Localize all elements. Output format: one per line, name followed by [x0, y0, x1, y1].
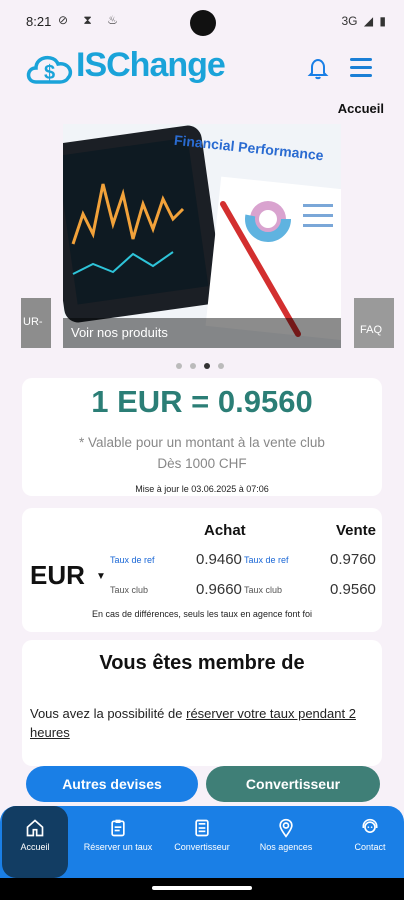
carousel-dots[interactable]	[176, 356, 232, 374]
carousel-dot-active[interactable]	[204, 363, 210, 369]
club-buy-value: 0.9660	[196, 581, 242, 598]
converter-button[interactable]: Convertisseur	[206, 766, 380, 802]
logo-cloud-icon: $	[26, 55, 73, 84]
status-time: 8:21	[26, 14, 52, 29]
ref-sell-value: 0.9760	[330, 551, 376, 568]
nav-converter[interactable]: Convertisseur	[162, 806, 242, 878]
rates-disclaimer: En cas de différences, seuls les taux en…	[92, 609, 312, 619]
calculator-icon	[195, 819, 209, 837]
col-sell-header: Vente	[336, 522, 377, 539]
signal-icon: ◢	[363, 14, 374, 28]
clipboard-icon	[111, 819, 125, 837]
status-right: 3G ◢ ▮	[338, 14, 386, 28]
carousel-dot[interactable]	[190, 363, 196, 369]
financial-performance-image: Financial Performance	[63, 124, 341, 348]
nav-reserve[interactable]: Réserver un taux	[78, 806, 158, 878]
support-headset-icon	[362, 818, 378, 833]
ref-rate-label-2: Taux de ref	[244, 555, 289, 565]
brand-name: ISChange	[76, 46, 226, 84]
svg-text:$: $	[44, 62, 55, 84]
rate-note: * Valable pour un montant à la vente clu…	[79, 435, 325, 471]
dropdown-caret-icon[interactable]: ▼	[96, 571, 106, 582]
breadcrumb: Accueil	[337, 101, 384, 116]
club-rate-label-2: Taux club	[244, 585, 283, 595]
status-bar: 8:21 ⊘ ⧗ ♨ 3G ◢ ▮	[0, 0, 404, 44]
nav-contact[interactable]: Contact	[330, 806, 404, 878]
location-pin-icon	[279, 818, 293, 838]
other-currencies-button[interactable]: Autres devises	[26, 766, 198, 802]
currency-select[interactable]: EUR	[30, 560, 85, 591]
carousel-dot[interactable]	[176, 363, 182, 369]
exchange-rate: 1 EUR = 0.9560	[91, 384, 313, 419]
app-header: $ ISChange	[0, 44, 404, 94]
bell-icon[interactable]	[306, 56, 330, 80]
ref-buy-value: 0.9460	[196, 551, 242, 568]
network-label: 3G	[341, 14, 358, 28]
member-card: Vous êtes membre de Vous avez la possibi…	[22, 640, 382, 766]
carousel-prev-slide[interactable]: UR-	[21, 298, 51, 348]
hamburger-menu-icon[interactable]	[350, 58, 372, 78]
rate-card: 1 EUR = 0.9560 * Valable pour un montant…	[22, 378, 382, 496]
nav-home[interactable]: Accueil	[2, 806, 68, 878]
nav-agencies[interactable]: Nos agences	[246, 806, 326, 878]
carousel-slide[interactable]: Financial Performance Voir nos produits	[63, 124, 341, 348]
status-notification-icons: ⊘ ⧗ ♨	[58, 13, 124, 27]
member-title: Vous êtes membre de	[99, 652, 305, 674]
ref-rate-label: Taux de ref	[110, 555, 155, 565]
battery-icon: ▮	[379, 14, 386, 28]
club-sell-value: 0.9560	[330, 581, 376, 598]
camera-cutout	[190, 10, 216, 36]
product-carousel[interactable]: UR- Financial Performance Voir nos produ…	[0, 124, 404, 350]
col-buy-header: Achat	[204, 522, 246, 539]
rate-updated: Mise à jour le 03.06.2025 à 07:06	[135, 484, 269, 494]
home-icon	[26, 819, 44, 837]
bottom-navigation: Accueil Réserver un taux Convertisseur N…	[0, 806, 404, 878]
carousel-caption[interactable]: Voir nos produits	[63, 318, 341, 348]
rates-table-card: Achat Vente EUR ▼ Taux de ref 0.9460 Tau…	[22, 508, 382, 632]
carousel-dot[interactable]	[218, 363, 224, 369]
gesture-bar	[0, 878, 404, 900]
club-rate-label: Taux club	[110, 585, 149, 595]
member-text: Vous avez la possibilité de réserver vot…	[30, 706, 356, 740]
carousel-next-slide[interactable]: FAQ	[354, 298, 394, 348]
